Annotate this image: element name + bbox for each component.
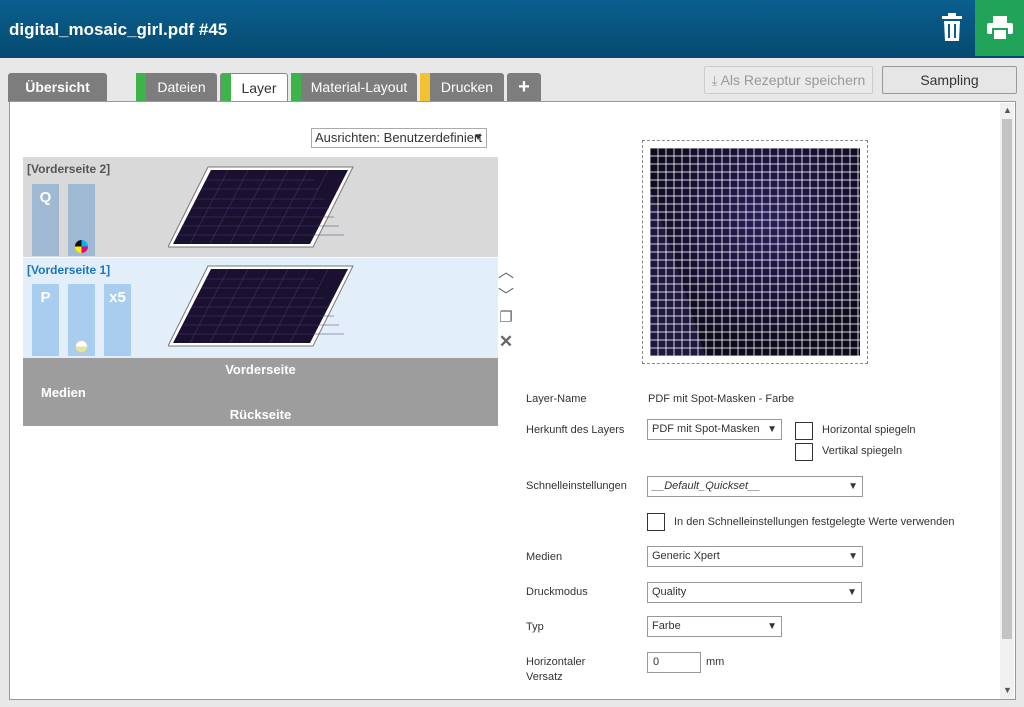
- tab-overview[interactable]: Übersicht: [8, 73, 107, 102]
- print-mode-chip: P: [32, 284, 59, 356]
- status-stripe: [291, 73, 301, 102]
- layer-name: [Vorderseite 1]: [27, 263, 111, 277]
- horizontal-offset-label-line-2: Versatz: [526, 671, 563, 683]
- mirror-horizontal-label: Horizontal spiegeln: [822, 424, 916, 436]
- print-mode-label: Druckmodus: [526, 586, 588, 598]
- status-stripe: [136, 73, 146, 102]
- chip-label: x5: [109, 289, 126, 306]
- save-recipe-label: Als Rezeptur speichern: [720, 72, 866, 88]
- media-bar: Vorderseite Medien Rückseite: [23, 358, 498, 426]
- print-button[interactable]: [975, 0, 1024, 56]
- tab-label: Material-Layout: [310, 79, 408, 95]
- media-label: Medien: [41, 385, 86, 400]
- layer-name-value: PDF mit Spot-Masken - Farbe: [648, 393, 795, 405]
- quickset-label: Schnelleinstellungen: [526, 480, 627, 492]
- origin-select[interactable]: PDF mit Spot-Masken ▼: [647, 419, 782, 440]
- align-select[interactable]: Ausrichten: Benutzerdefiniert ▼: [311, 128, 487, 148]
- tab-label: Übersicht: [25, 79, 90, 95]
- tab-label: Drucken: [440, 79, 494, 95]
- passes-chip: x5: [104, 284, 131, 356]
- printer-icon: [987, 16, 1013, 40]
- white-ink-icon: [75, 340, 88, 353]
- status-stripe: [420, 73, 430, 102]
- chevron-down-icon: ▼: [848, 481, 858, 492]
- tab-material-layout[interactable]: Material-Layout: [291, 73, 417, 102]
- status-stripe: [221, 74, 231, 103]
- chip-label: P: [40, 289, 51, 306]
- scrollbar-thumb[interactable]: [1002, 119, 1012, 639]
- print-mode-value: Quality: [652, 586, 687, 598]
- type-value: Farbe: [652, 620, 681, 632]
- mirror-vertical-label: Vertikal spiegeln: [822, 445, 903, 457]
- layer-preview: [642, 140, 868, 364]
- back-side-label: Rückseite: [229, 407, 292, 422]
- scroll-down-icon[interactable]: ▼: [1003, 685, 1012, 695]
- cmyk-icon: [75, 240, 88, 253]
- origin-value: PDF mit Spot-Masken: [652, 423, 760, 435]
- media-select-label: Medien: [526, 551, 563, 563]
- title-bar: digital_mosaic_girl.pdf #45: [0, 0, 1024, 58]
- type-select[interactable]: Farbe ▼: [647, 616, 782, 637]
- document-title: digital_mosaic_girl.pdf #45: [9, 20, 228, 39]
- scroll-up-icon[interactable]: ▲: [1003, 105, 1012, 115]
- tab-layer[interactable]: Layer: [220, 73, 288, 103]
- preview-image: [650, 148, 860, 356]
- chevron-down-icon: ▼: [767, 621, 777, 632]
- quickset-value: __Default_Quickset__: [652, 480, 761, 492]
- origin-label: Herkunft des Layers: [526, 424, 625, 436]
- layer-name: [Vorderseite 2]: [27, 162, 111, 176]
- sampling-button[interactable]: Sampling: [882, 66, 1017, 94]
- layer-thumbnail: [168, 166, 354, 248]
- media-value: Generic Xpert: [652, 550, 720, 562]
- use-quickset-values-label: In den Schnelleinstellungen festgelegte …: [674, 516, 955, 528]
- print-mode-select[interactable]: Quality ▼: [647, 582, 862, 603]
- sampling-label: Sampling: [920, 72, 979, 88]
- layer-row-front-1[interactable]: [Vorderseite 1] P x5 ︿ ﹀ ❐ ✕: [23, 258, 514, 358]
- close-icon[interactable]: ✕: [495, 332, 517, 352]
- quickset-select[interactable]: __Default_Quickset__ ▼: [647, 476, 863, 497]
- layer-row-front-2[interactable]: [Vorderseite 2] Q: [23, 157, 498, 257]
- mirror-vertical-checkbox[interactable]: [795, 443, 813, 461]
- tab-print[interactable]: Drucken: [420, 73, 504, 102]
- mirror-horizontal-checkbox[interactable]: [795, 422, 813, 440]
- tab-label: Dateien: [157, 79, 206, 95]
- front-side-label: Vorderseite: [225, 362, 296, 377]
- align-select-value: Ausrichten: Benutzerdefiniert: [315, 130, 482, 145]
- move-down-icon[interactable]: ﹀: [495, 282, 517, 306]
- move-up-icon[interactable]: ︿: [495, 258, 517, 282]
- chevron-down-icon: ▼: [848, 551, 858, 562]
- chevron-down-icon: ▼: [767, 424, 777, 435]
- save-recipe-button[interactable]: ⤓ Als Rezeptur speichern: [704, 66, 873, 94]
- white-ink-chip: [68, 284, 95, 356]
- tab-files[interactable]: Dateien: [136, 73, 217, 102]
- tab-label: Layer: [241, 80, 277, 96]
- trash-icon[interactable]: [940, 12, 964, 42]
- media-select[interactable]: Generic Xpert ▼: [647, 546, 863, 567]
- type-label: Typ: [526, 621, 544, 633]
- horizontal-offset-value: 0: [653, 656, 660, 668]
- duplicate-icon[interactable]: ❐: [495, 308, 517, 326]
- color-chip: [68, 184, 95, 256]
- use-quickset-values-checkbox[interactable]: [647, 513, 665, 531]
- chip-label: Q: [39, 189, 52, 206]
- download-icon: ⤓: [711, 73, 718, 88]
- horizontal-offset-label-line-1: Horizontaler: [526, 656, 586, 668]
- layer-name-label: Layer-Name: [526, 393, 587, 405]
- add-tab-button[interactable]: +: [507, 73, 541, 102]
- vertical-scrollbar[interactable]: ▲ ▼: [1000, 103, 1014, 699]
- horizontal-offset-unit: mm: [706, 656, 725, 668]
- horizontal-offset-input[interactable]: 0: [647, 652, 701, 673]
- plus-icon: +: [518, 76, 530, 98]
- chevron-down-icon: ▼: [473, 132, 483, 143]
- chevron-down-icon: ▼: [847, 587, 857, 598]
- quality-chip: Q: [32, 184, 59, 256]
- layer-thumbnail: [168, 265, 354, 347]
